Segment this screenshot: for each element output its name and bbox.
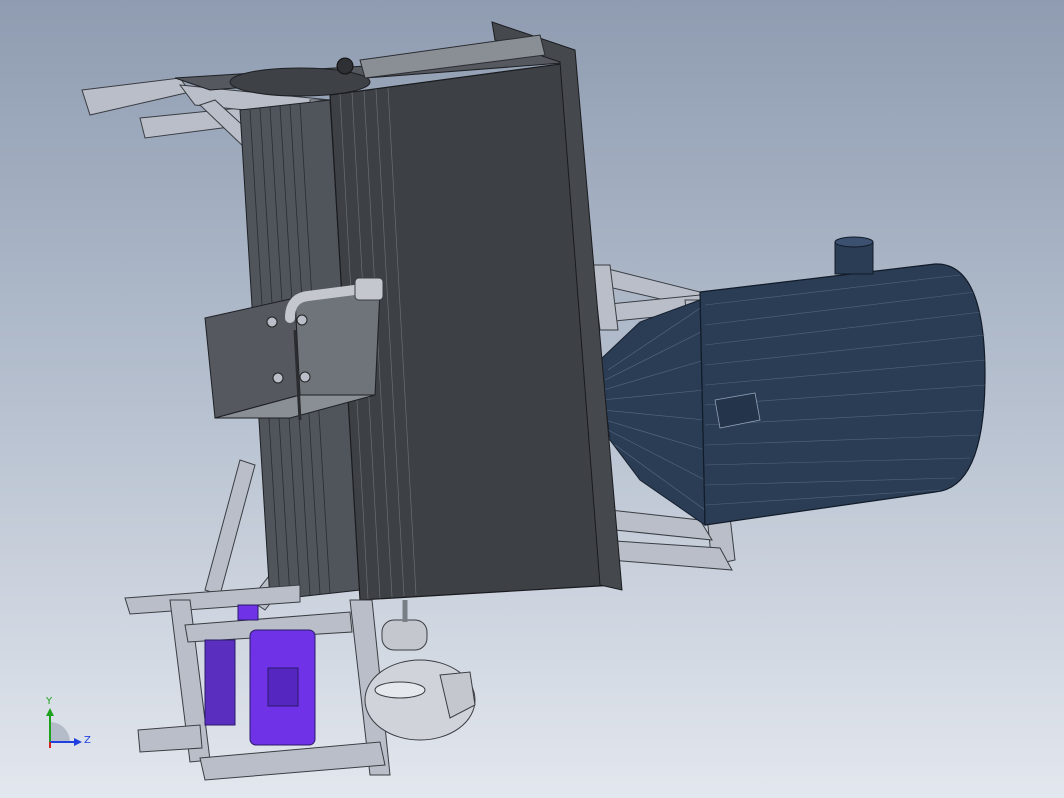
exhaust-stack[interactable] bbox=[834, 236, 874, 275]
z-axis-label: Z bbox=[84, 735, 91, 746]
burner-cylinder[interactable] bbox=[699, 263, 986, 526]
fan-housing[interactable] bbox=[364, 600, 476, 741]
cad-model[interactable] bbox=[0, 0, 1064, 798]
graphics-viewport[interactable]: Y Z bbox=[0, 0, 1064, 798]
triad-axes bbox=[46, 708, 82, 748]
y-axis-label: Y bbox=[46, 696, 53, 707]
nozzle-cone[interactable] bbox=[599, 299, 706, 526]
coordinate-triad: Y Z bbox=[40, 696, 100, 760]
